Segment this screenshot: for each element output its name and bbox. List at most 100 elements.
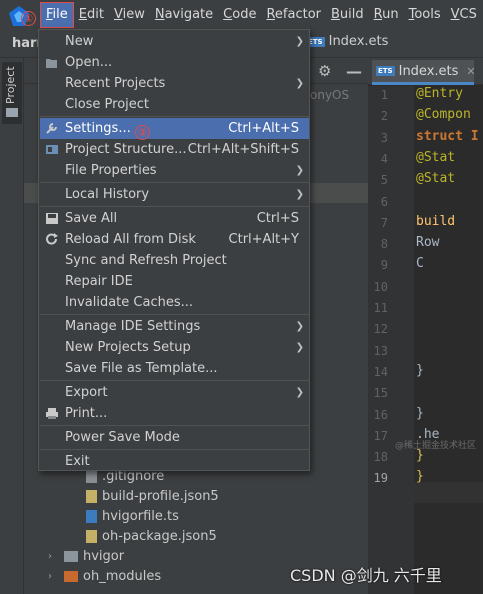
folder-icon <box>6 108 18 117</box>
menu-item-label: Invalidate Caches... <box>65 295 194 310</box>
menu-item-label: Sync and Refresh Project <box>65 253 227 268</box>
menu-item-shortcut: Ctrl+S <box>256 211 299 226</box>
submenu-arrow-icon: ❯ <box>295 387 304 398</box>
menu-mnemonic: R <box>373 7 383 22</box>
file-menu-item-close-project[interactable]: Close Project <box>40 94 309 115</box>
menu-label-rest: CS <box>459 7 477 22</box>
submenu-arrow-icon: ❯ <box>295 342 304 353</box>
line-number: 1 <box>380 88 388 102</box>
menu-navigate[interactable]: Navigate <box>150 2 218 28</box>
menu-item-label: File Properties <box>65 163 157 178</box>
menu-item-label: Save All <box>65 211 118 226</box>
menu-item-label: Repair IDE <box>65 274 133 289</box>
code-line[interactable]: } <box>416 363 424 384</box>
menu-mnemonic: R <box>266 7 275 22</box>
menu-separator <box>40 425 309 426</box>
menu-item-label: Save File as Template... <box>65 361 218 376</box>
code-line[interactable]: C <box>416 256 424 277</box>
menu-item-shortcut: Ctrl+Alt+S <box>228 121 299 136</box>
file-menu-item-invalidate-caches[interactable]: Invalidate Caches... <box>40 292 309 313</box>
menu-item-label: Manage IDE Settings <box>65 319 201 334</box>
tree-item[interactable]: › hvigor <box>48 546 124 566</box>
menu-item-shortcut: Ctrl+Alt+Shift+S <box>187 142 299 157</box>
file-menu-item-repair-ide[interactable]: Repair IDE <box>40 271 309 292</box>
line-number: 6 <box>380 194 388 209</box>
file-menu-item-save-all[interactable]: Save All Ctrl+S <box>40 208 309 229</box>
menu-item-label: Reload All from Disk <box>65 232 196 247</box>
file-menu-item-recent-projects[interactable]: Recent Projects ❯ <box>40 73 309 94</box>
line-number: 16 <box>373 407 388 422</box>
project-tool-label[interactable]: Project <box>4 66 17 104</box>
file-menu-item-export[interactable]: Export ❯ <box>40 382 309 403</box>
file-menu-item-local-history[interactable]: Local History ❯ <box>40 184 309 205</box>
submenu-arrow-icon: ❯ <box>295 165 304 176</box>
tree-item[interactable]: › oh_modules <box>48 566 161 586</box>
menu-file[interactable]: File <box>40 2 74 28</box>
tree-item[interactable]: hvigorfile.ts <box>86 506 179 526</box>
code-line[interactable]: } <box>416 406 424 427</box>
code-line[interactable]: struct I <box>416 129 479 150</box>
file-menu-item-settings[interactable]: Settings... Ctrl+Alt+S <box>40 118 309 139</box>
file-icon <box>86 529 97 543</box>
menu-label-rest: ools <box>414 7 441 22</box>
menu-code[interactable]: Code <box>218 2 261 28</box>
current-line-highlight <box>414 482 483 503</box>
menu-tools[interactable]: Tools <box>404 2 446 28</box>
line-number: 4 <box>380 151 388 166</box>
menu-build[interactable]: Build <box>326 2 369 28</box>
file-menu-item-exit[interactable]: Exit <box>40 451 309 472</box>
code-line[interactable]: @Entry <box>416 86 463 107</box>
file-menu-item-new-projects-setup[interactable]: New Projects Setup ❯ <box>40 337 309 358</box>
chevron-right-icon[interactable]: › <box>48 551 58 562</box>
breadcrumb-file-label: Index.ets <box>328 34 389 49</box>
menu-refactor[interactable]: Refactor <box>261 2 326 28</box>
code-line[interactable]: @Compon <box>416 107 471 128</box>
file-menu-item-project-structure[interactable]: Project Structure... Ctrl+Alt+Shift+S <box>40 139 309 160</box>
file-menu-item-save-file-as-template[interactable]: Save File as Template... <box>40 358 309 379</box>
tree-item-label: oh_modules <box>83 568 162 584</box>
editor-tab-index[interactable]: ETS Index.ets ✕ <box>372 60 476 85</box>
file-menu-item-power-save-mode[interactable]: Power Save Mode <box>40 427 309 448</box>
tree-item[interactable]: build-profile.json5 <box>86 486 219 506</box>
tree-item-label: hvigorfile.ts <box>102 508 179 524</box>
line-number: 7 <box>380 215 388 230</box>
menu-run[interactable]: Run <box>369 2 404 28</box>
menu-view[interactable]: View <box>109 2 150 28</box>
menu-edit[interactable]: Edit <box>74 2 109 28</box>
close-icon[interactable]: ✕ <box>466 65 475 78</box>
code-line[interactable]: @Stat <box>416 150 455 171</box>
breadcrumb-file[interactable]: ETS Index.ets <box>306 34 388 49</box>
tree-item[interactable]: oh-package.json5 <box>86 526 217 546</box>
menu-item-label: Project Structure... <box>65 142 187 157</box>
submenu-arrow-icon: ❯ <box>295 78 304 89</box>
menu-label-rest: iew <box>122 7 145 22</box>
menu-item-label: Close Project <box>65 97 150 112</box>
line-number: 9 <box>380 258 388 273</box>
editor-tab-label: Index.ets <box>398 63 459 79</box>
file-menu-item-print[interactable]: Print... <box>40 403 309 424</box>
chevron-right-icon[interactable]: › <box>48 571 58 582</box>
code-line[interactable]: Row <box>416 235 439 256</box>
gear-icon[interactable]: ⚙ <box>318 62 331 80</box>
folder-icon <box>64 550 78 562</box>
watermark: CSDN @剑九 六千里 <box>290 566 442 585</box>
code-line[interactable]: build <box>416 214 455 235</box>
menu-label-rest: un <box>382 7 399 22</box>
menu-vcs[interactable]: VCS <box>446 2 482 28</box>
file-menu-item-file-properties[interactable]: File Properties ❯ <box>40 160 309 181</box>
folder-open-icon <box>46 59 57 68</box>
code-line[interactable]: } <box>416 469 424 490</box>
code-line[interactable]: } <box>416 448 424 469</box>
hide-panel-icon[interactable]: — <box>346 62 362 81</box>
code-line[interactable]: @Stat <box>416 171 455 192</box>
main-menu: File Edit View Navigate Code Refactor Build Run… <box>40 0 483 30</box>
file-menu-item-reload-all-from-disk[interactable]: Reload All from Disk Ctrl+Alt+Y <box>40 229 309 250</box>
file-menu-item-new[interactable]: New ❯ <box>40 31 309 52</box>
menu-label-rest: avigate <box>164 7 214 22</box>
line-number: 17 <box>373 428 388 443</box>
menu-item-label: Export <box>65 385 108 400</box>
file-menu-item-sync-and-refresh-project[interactable]: Sync and Refresh Project <box>40 250 309 271</box>
save-icon <box>46 213 58 224</box>
file-menu-item-open[interactable]: Open... <box>40 52 309 73</box>
file-menu-item-manage-ide-settings[interactable]: Manage IDE Settings ❯ <box>40 316 309 337</box>
